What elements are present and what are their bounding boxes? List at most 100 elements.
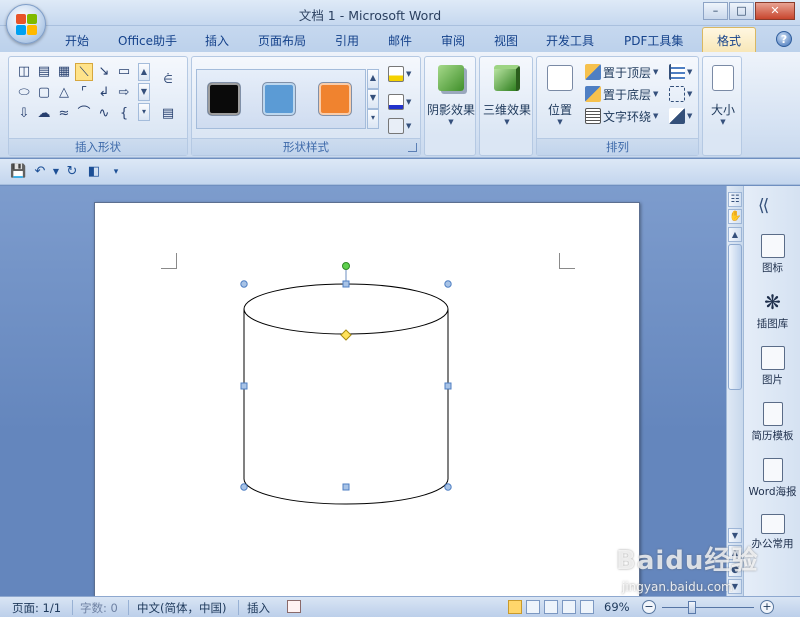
outline-view-icon[interactable] [562, 600, 576, 614]
resize-handle-bottom[interactable] [342, 483, 350, 491]
freeform-shape-icon[interactable]: ≈ [55, 105, 73, 123]
shape-gallery-down-button[interactable]: ▼ [138, 83, 150, 101]
arc-shape-icon[interactable]: ⌒ [75, 105, 93, 123]
resize-handle-right[interactable] [444, 382, 452, 390]
tab-view[interactable]: 视图 [494, 32, 518, 49]
vertical-scrollbar[interactable]: ☷ ✋ ▲ ▼ ▲ ● ▼ [726, 186, 743, 596]
cylinder-shape-icon[interactable]: ◫ [15, 63, 33, 81]
side-item-resume-templates[interactable]: 简历模板 [744, 402, 800, 443]
oval-shape-icon[interactable]: ⬭ [15, 84, 33, 102]
pan-hand-icon[interactable]: ✋ [728, 209, 742, 224]
tab-page-layout[interactable]: 页面布局 [258, 32, 306, 49]
scroll-up-button[interactable]: ▲ [728, 227, 742, 242]
save-icon[interactable]: 💾 [10, 164, 26, 180]
tab-office-assistant[interactable]: Office助手 [118, 32, 177, 49]
tab-references[interactable]: 引用 [335, 32, 359, 49]
side-item-pictures[interactable]: 图片 [744, 346, 800, 387]
side-item-word-poster[interactable]: Word海报 [744, 458, 800, 499]
bring-to-front-button[interactable]: 置于顶层 ▼ [585, 63, 658, 81]
triangle-shape-icon[interactable]: △ [55, 84, 73, 102]
document-page[interactable] [94, 202, 640, 602]
language-indicator[interactable]: 中文(简体，中国) [137, 600, 226, 616]
cloud-shape-icon[interactable]: ☁ [35, 105, 53, 123]
resize-handle-top-left[interactable] [240, 280, 248, 288]
tab-home[interactable]: 开始 [65, 32, 89, 49]
style-gallery-down-button[interactable]: ▼ [367, 89, 379, 109]
position-button[interactable]: 位置 ▼ [537, 63, 583, 126]
resize-handle-top-right[interactable] [444, 280, 452, 288]
office-button[interactable] [6, 4, 46, 44]
add-text-icon[interactable]: ▤ [159, 105, 177, 123]
tab-pdf-tools[interactable]: PDF工具集 [624, 32, 683, 49]
shape-gallery-more-button[interactable]: ▾ [138, 103, 150, 121]
tab-review[interactable]: 审阅 [441, 32, 465, 49]
style-swatch-blue[interactable] [262, 82, 296, 116]
zoom-out-button[interactable]: − [642, 600, 656, 614]
rectangle-shape-icon[interactable]: ▭ [115, 63, 133, 81]
shadow-effects-button[interactable]: 阴影效果 ▼ [425, 63, 477, 126]
full-screen-reading-view-icon[interactable] [526, 600, 540, 614]
resize-handle-bottom-right[interactable] [444, 483, 452, 491]
tab-insert[interactable]: 插入 [205, 32, 229, 49]
arrow-line-icon[interactable]: ↘ [95, 63, 113, 81]
send-to-back-button[interactable]: 置于底层 ▼ [585, 85, 658, 103]
undo-icon[interactable]: ↶ [32, 164, 48, 180]
maximize-button[interactable]: □ [729, 2, 754, 20]
close-button[interactable]: ✕ [755, 2, 795, 20]
side-item-icons[interactable]: 图标 [744, 234, 800, 275]
style-swatch-orange[interactable] [318, 82, 352, 116]
scroll-thumb[interactable] [728, 244, 742, 390]
cylinder-shape[interactable] [95, 203, 641, 603]
rotate-button[interactable]: ▼ [669, 107, 692, 125]
web-layout-view-icon[interactable] [544, 600, 558, 614]
shape-outline-button[interactable]: ▼ [388, 93, 411, 111]
elbow-arrow-connector-icon[interactable]: ↲ [95, 84, 113, 102]
down-arrow-shape-icon[interactable]: ⇩ [15, 105, 33, 123]
print-layout-view-icon[interactable] [508, 600, 522, 614]
draft-view-icon[interactable] [580, 600, 594, 614]
print-preview-icon[interactable]: ◧ [86, 164, 102, 180]
tab-developer[interactable]: 开发工具 [546, 32, 594, 49]
macro-record-icon[interactable] [287, 600, 301, 613]
resize-handle-left[interactable] [240, 382, 248, 390]
shape-gallery-up-button[interactable]: ▲ [138, 63, 150, 81]
tab-mailings[interactable]: 邮件 [388, 32, 412, 49]
help-icon[interactable]: ? [776, 31, 792, 47]
align-button[interactable]: ▼ [669, 63, 692, 81]
minimize-button[interactable]: – [703, 2, 728, 20]
shape-styles-launcher-icon[interactable] [408, 143, 417, 152]
size-button[interactable]: 大小 ▼ [697, 63, 749, 126]
insert-mode-indicator[interactable]: 插入 [247, 600, 270, 616]
style-gallery-up-button[interactable]: ▲ [367, 69, 379, 89]
rounded-rectangle-icon[interactable]: ▢ [35, 84, 53, 102]
resize-handle-top[interactable] [342, 280, 350, 288]
collapse-panel-icon[interactable]: ⟨⟨ [758, 196, 769, 216]
redo-icon[interactable]: ↻ [64, 164, 80, 180]
curve-shape-icon[interactable]: ∿ [95, 105, 113, 123]
vertical-text-box-icon[interactable]: ▦ [55, 63, 73, 81]
tab-format[interactable]: 格式 [702, 27, 757, 52]
zoom-slider-thumb[interactable] [688, 601, 697, 614]
style-swatch-black[interactable] [207, 82, 241, 116]
zoom-slider-track[interactable] [662, 607, 754, 608]
zoom-level[interactable]: 69% [604, 600, 630, 614]
ruler-toggle-icon[interactable]: ☷ [728, 192, 742, 207]
customize-toolbar-icon[interactable]: ▾ [108, 164, 124, 180]
text-wrapping-button[interactable]: 文字环绕 ▼ [585, 107, 658, 125]
word-count[interactable]: 字数: 0 [80, 600, 118, 616]
zoom-in-button[interactable]: + [760, 600, 774, 614]
undo-dropdown-icon[interactable]: ▼ [48, 164, 64, 180]
right-arrow-shape-icon[interactable]: ⇨ [115, 84, 133, 102]
edit-shape-icon[interactable]: ⋵ [159, 71, 177, 89]
style-gallery-more-button[interactable]: ▾ [367, 109, 379, 129]
page-count[interactable]: 页面: 1/1 [12, 600, 61, 616]
group-objects-button[interactable]: ▼ [669, 85, 692, 103]
resize-handle-bottom-left[interactable] [240, 483, 248, 491]
3d-effects-button[interactable]: 三维效果 ▼ [481, 63, 533, 126]
text-box-icon[interactable]: ▤ [35, 63, 53, 81]
brace-shape-icon[interactable]: { [115, 105, 133, 123]
change-shape-button[interactable]: ▼ [388, 117, 411, 135]
elbow-connector-icon[interactable]: ⌜ [75, 84, 93, 102]
shape-fill-button[interactable]: ▼ [388, 65, 411, 83]
side-item-illustrations[interactable]: ❋ 插图库 [744, 290, 800, 331]
